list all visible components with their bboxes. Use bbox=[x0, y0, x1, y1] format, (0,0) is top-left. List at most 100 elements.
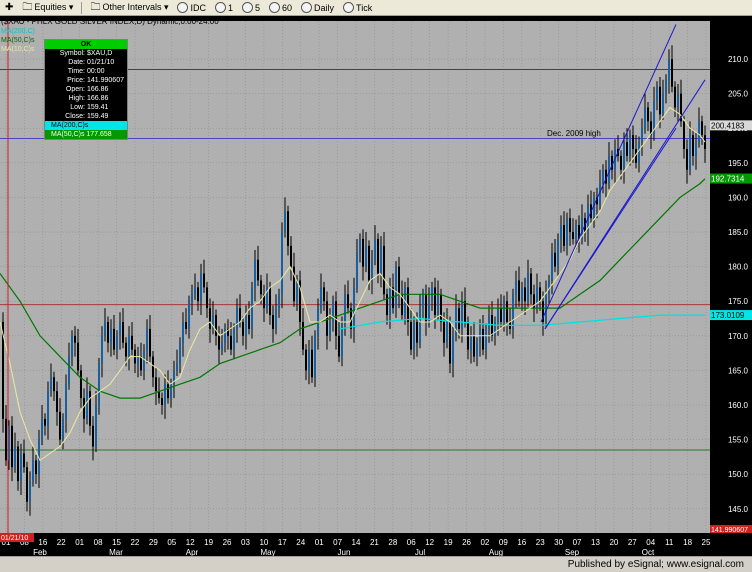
interval-daily-button[interactable]: Daily bbox=[298, 1, 337, 15]
interval-5-button[interactable]: 5 bbox=[239, 1, 263, 15]
candle-body bbox=[449, 321, 451, 364]
candle-body bbox=[470, 335, 472, 350]
x-tick-label: 05 bbox=[167, 538, 176, 547]
candle-body bbox=[308, 349, 310, 371]
candle-body bbox=[188, 301, 190, 329]
chart-area[interactable]: 145.0 150.0 155.0 160.0 165.0 170.0 175.0 180.0… bbox=[0, 16, 752, 557]
month-label: Sep bbox=[565, 548, 580, 556]
candle-body bbox=[629, 135, 631, 156]
candle-body bbox=[290, 245, 292, 267]
candle-body bbox=[341, 321, 343, 357]
candle-body bbox=[371, 259, 373, 281]
x-tick-label: 14 bbox=[352, 538, 361, 547]
x-tick-label: 22 bbox=[130, 538, 139, 547]
ma200-price-tag: 173.0109 bbox=[711, 311, 745, 320]
footer-text: Published by eSignal; www.esignal.com bbox=[567, 559, 744, 570]
candle-body bbox=[149, 328, 151, 357]
y-tick-label: 175.0 bbox=[728, 297, 749, 306]
candle-body bbox=[443, 321, 445, 343]
other-intervals-menu-button[interactable]: 🗀 Other Intervals ▾ bbox=[87, 1, 171, 15]
candle-body bbox=[539, 287, 541, 302]
candle-body bbox=[26, 467, 28, 502]
candle-body bbox=[638, 142, 640, 163]
candle-body bbox=[686, 149, 688, 170]
candle-body bbox=[458, 308, 460, 329]
equities-menu-button[interactable]: 🗀 Equities ▾ bbox=[19, 1, 76, 15]
legend-ma10: MA(10,C)s bbox=[1, 46, 35, 53]
x-tick-label: 01 bbox=[315, 538, 324, 547]
candle-body bbox=[644, 107, 646, 129]
x-tick-label: 30 bbox=[554, 538, 563, 547]
candle-body bbox=[383, 245, 385, 295]
interval-tick-button[interactable]: Tick bbox=[340, 1, 375, 15]
candle-body bbox=[83, 398, 85, 419]
new-chart-button[interactable]: ✚ bbox=[2, 1, 16, 15]
candle-body bbox=[329, 321, 331, 336]
candle-body bbox=[626, 142, 628, 156]
interval-tick-label: Tick bbox=[356, 2, 373, 13]
candle-body bbox=[374, 238, 376, 260]
candle-body bbox=[701, 121, 703, 136]
x-tick-label: 22 bbox=[57, 538, 66, 547]
candle-body bbox=[410, 321, 412, 350]
data-window[interactable]: OK Symbol: $XAU,D Date: 01/21/10 Time: 00:0… bbox=[44, 39, 128, 140]
candle-body bbox=[551, 252, 553, 281]
candle-body bbox=[557, 238, 559, 267]
candle-body bbox=[476, 342, 478, 357]
candle-body bbox=[332, 301, 334, 322]
candle-body bbox=[164, 384, 166, 405]
candle-body bbox=[269, 287, 271, 316]
footer: Published by eSignal; www.esignal.com bbox=[0, 556, 752, 572]
x-tick-label: 11 bbox=[665, 538, 674, 547]
candle-body bbox=[668, 59, 670, 80]
data-window-row: Close: 159.49 bbox=[65, 113, 109, 120]
candle-body bbox=[692, 135, 694, 156]
candle-body bbox=[203, 273, 205, 288]
candle-body bbox=[569, 218, 571, 233]
y-tick-label: 145.0 bbox=[728, 505, 749, 514]
candle-body bbox=[560, 225, 562, 239]
x-tick-label: 26 bbox=[462, 538, 471, 547]
candle-body bbox=[236, 308, 238, 329]
candle-body bbox=[209, 308, 211, 329]
candle-body bbox=[125, 342, 127, 357]
data-window-status: OK bbox=[45, 40, 127, 49]
candle-body bbox=[440, 294, 442, 322]
toolbar-separator bbox=[81, 1, 83, 14]
candle-body bbox=[326, 301, 328, 336]
month-label: Jul bbox=[415, 548, 425, 556]
candle-body bbox=[251, 287, 253, 329]
y-tick-label: 190.0 bbox=[728, 193, 749, 202]
x-tick-label: 26 bbox=[223, 538, 232, 547]
x-tick-label: 12 bbox=[186, 538, 195, 547]
current-price-tag: 141.990607 bbox=[711, 527, 748, 534]
data-window-row: Open: 166.86 bbox=[65, 86, 109, 93]
x-tick-label: 09 bbox=[499, 538, 508, 547]
interval-1-button[interactable]: 1 bbox=[212, 1, 236, 15]
x-tick-label: 19 bbox=[444, 538, 453, 547]
y-tick-label: 210.0 bbox=[728, 55, 749, 64]
candle-body bbox=[44, 418, 46, 426]
candle-body bbox=[506, 301, 508, 322]
candle-body bbox=[563, 225, 565, 246]
candle-body bbox=[473, 335, 475, 357]
candle-body bbox=[32, 460, 34, 482]
candle-body bbox=[104, 321, 106, 336]
candle-body bbox=[23, 453, 25, 468]
y-tick-label: 185.0 bbox=[728, 228, 749, 237]
x-tick-label: 16 bbox=[38, 538, 47, 547]
candle-body bbox=[275, 308, 277, 329]
candle-body bbox=[494, 321, 496, 336]
candle-body bbox=[566, 218, 568, 246]
candle-body bbox=[461, 301, 463, 329]
interval-idc-button[interactable]: IDC bbox=[174, 1, 209, 15]
month-label: Oct bbox=[642, 548, 655, 556]
x-tick-label: 19 bbox=[204, 538, 213, 547]
x-tick-label: 01 bbox=[75, 538, 84, 547]
candle-body bbox=[368, 245, 370, 281]
candle-body bbox=[119, 321, 121, 336]
candle-body bbox=[632, 135, 634, 149]
y-tick-label: 150.0 bbox=[728, 470, 749, 479]
radio-icon bbox=[242, 2, 253, 13]
interval-60-button[interactable]: 60 bbox=[266, 1, 295, 15]
